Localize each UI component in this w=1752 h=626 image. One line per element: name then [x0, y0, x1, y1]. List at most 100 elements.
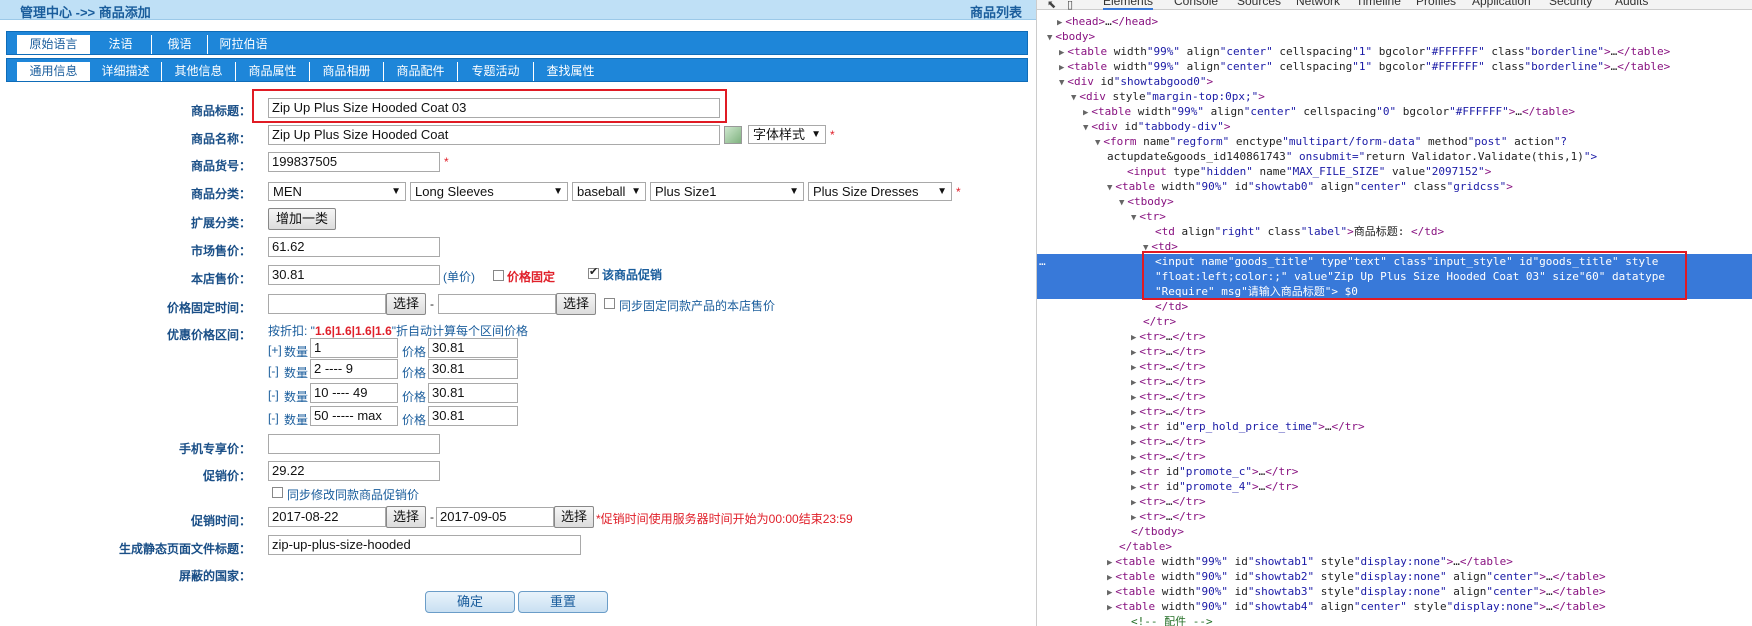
category-select-5[interactable]: Plus Size Dresses ▼: [808, 182, 952, 201]
expand-triangle-icon[interactable]: ▶: [1131, 483, 1136, 493]
dom-node[interactable]: ▼ <div id"showtabgood0">: [1037, 74, 1752, 89]
dom-node[interactable]: <td align"right" class"label">商品标题: </td…: [1037, 224, 1752, 239]
device-icon[interactable]: ▯: [1067, 0, 1073, 11]
remove-row-toggle[interactable]: [-]: [268, 388, 279, 402]
dom-node[interactable]: ▶ <table width"99%" align"center" cellspa…: [1037, 104, 1752, 119]
dom-node[interactable]: ▶ <tr>…</tr>: [1037, 404, 1752, 419]
category-select-3[interactable]: baseball ▼: [572, 182, 646, 201]
expand-triangle-icon[interactable]: ▶: [1131, 378, 1136, 388]
add-category-button[interactable]: 增加一类: [268, 208, 336, 230]
tab-audits[interactable]: Audits: [1615, 0, 1648, 8]
dom-node[interactable]: ▶ <table width"90%" id"showtab4" align"ce…: [1037, 599, 1752, 614]
dom-node[interactable]: ▼ <form name"regform" enctype"multipart/f…: [1037, 134, 1752, 149]
font-style-select[interactable]: 字体样式 ▼: [748, 125, 826, 144]
expand-triangle-icon[interactable]: ▶: [1083, 108, 1088, 118]
dom-node[interactable]: ▶ <tr id"erp_hold_price_time">…</tr>: [1037, 419, 1752, 434]
expand-triangle-icon[interactable]: ▶: [1131, 468, 1136, 478]
remove-row-toggle[interactable]: [-]: [268, 364, 279, 378]
collapse-triangle-icon[interactable]: ▼: [1047, 33, 1052, 43]
sync-promo-price-checkbox[interactable]: [272, 487, 283, 498]
expand-triangle-icon[interactable]: ▶: [1059, 48, 1064, 58]
tab-application[interactable]: Application: [1472, 0, 1531, 8]
expand-triangle-icon[interactable]: ▶: [1131, 438, 1136, 448]
tab-timeline[interactable]: Timeline: [1356, 0, 1401, 8]
dom-node[interactable]: ▶ <tr id"promote_c">…</tr>: [1037, 464, 1752, 479]
promo-end-input[interactable]: 2017-09-05: [436, 507, 554, 527]
remove-row-toggle[interactable]: [-]: [268, 411, 279, 425]
price-fixed-checkbox[interactable]: [493, 270, 504, 281]
expand-triangle-icon[interactable]: ▶: [1131, 363, 1136, 373]
tab-russian[interactable]: 俄语: [151, 35, 207, 54]
static-page-input[interactable]: zip-up-plus-size-hooded: [268, 535, 581, 555]
dom-node[interactable]: ▶ <tr>…</tr>: [1037, 509, 1752, 524]
expand-triangle-icon[interactable]: ▶: [1059, 63, 1064, 73]
inspect-icon[interactable]: ⬉: [1047, 0, 1056, 11]
dom-node[interactable]: </td>: [1037, 299, 1752, 314]
dom-node[interactable]: ▶ <tr>…</tr>: [1037, 329, 1752, 344]
reset-button[interactable]: 重置: [518, 591, 608, 613]
expand-triangle-icon[interactable]: ▶: [1131, 333, 1136, 343]
quantity-input[interactable]: 1: [310, 338, 398, 358]
tab-find-attributes[interactable]: 查找属性: [533, 62, 607, 81]
expand-triangle-icon[interactable]: ▶: [1131, 408, 1136, 418]
dom-node[interactable]: </tr>: [1037, 314, 1752, 329]
collapse-triangle-icon[interactable]: ▼: [1119, 198, 1124, 208]
dom-node[interactable]: ▼ <div style"margin-top:0px;">: [1037, 89, 1752, 104]
expand-triangle-icon[interactable]: ▶: [1057, 18, 1062, 28]
collapse-triangle-icon[interactable]: ▼: [1131, 213, 1136, 223]
tab-sources[interactable]: Sources: [1237, 0, 1281, 8]
promo-end-select-button[interactable]: 选择: [554, 506, 594, 528]
expand-triangle-icon[interactable]: ▶: [1131, 453, 1136, 463]
collapse-triangle-icon[interactable]: ▼: [1107, 183, 1112, 193]
dom-node[interactable]: ▼ <body>: [1037, 29, 1752, 44]
dom-node[interactable]: <input type"hidden" name"MAX_FILE_SIZE" …: [1037, 164, 1752, 179]
tab-profiles[interactable]: Profiles: [1416, 0, 1456, 8]
dom-node[interactable]: ▼ <div id"tabbody-div">: [1037, 119, 1752, 134]
expand-triangle-icon[interactable]: ▶: [1107, 573, 1112, 583]
goods-name-input[interactable]: Zip Up Plus Size Hooded Coat: [268, 125, 720, 145]
dom-node[interactable]: ▶ <table width"99%" id"showtab1" style"di…: [1037, 554, 1752, 569]
tab-accessories[interactable]: 商品配件: [383, 62, 457, 81]
expand-triangle-icon[interactable]: ▶: [1131, 498, 1136, 508]
dom-node[interactable]: ▶ <head>…</head>: [1037, 14, 1752, 29]
collapse-triangle-icon[interactable]: ▼: [1059, 78, 1064, 88]
price-input[interactable]: 30.81: [428, 359, 518, 379]
price-input[interactable]: 30.81: [428, 338, 518, 358]
price-input[interactable]: 30.81: [428, 406, 518, 426]
collapse-triangle-icon[interactable]: ▼: [1071, 93, 1076, 103]
category-select-1[interactable]: MEN ▼: [268, 182, 406, 201]
tab-console[interactable]: Console: [1174, 0, 1218, 8]
tab-gallery[interactable]: 商品相册: [309, 62, 383, 81]
promotion-checkbox[interactable]: [588, 265, 599, 279]
dom-node[interactable]: ▶ <tr>…</tr>: [1037, 449, 1752, 464]
promo-price-input[interactable]: 29.22: [268, 461, 440, 481]
tab-general-info[interactable]: 通用信息: [17, 62, 89, 81]
tab-topic[interactable]: 专题活动: [457, 62, 533, 81]
tab-description[interactable]: 详细描述: [89, 62, 161, 81]
image-icon[interactable]: [724, 126, 742, 144]
fixed-time-end-input[interactable]: [438, 294, 556, 314]
dom-node[interactable]: ▼ <tbody>: [1037, 194, 1752, 209]
promo-start-select-button[interactable]: 选择: [386, 506, 426, 528]
shop-price-input[interactable]: 30.81: [268, 265, 440, 285]
dom-node[interactable]: ▶ <table width"90%" id"showtab2" style"di…: [1037, 569, 1752, 584]
goods-list-link[interactable]: 商品列表: [970, 2, 1022, 21]
quantity-input[interactable]: 10 ---- 49: [310, 383, 398, 403]
dom-node[interactable]: ▶ <tr>…</tr>: [1037, 389, 1752, 404]
dom-node[interactable]: ▶ <tr>…</tr>: [1037, 494, 1752, 509]
goods-sn-input[interactable]: 199837505: [268, 152, 440, 172]
sync-fixed-price-checkbox[interactable]: [604, 298, 615, 309]
tab-other-info[interactable]: 其他信息: [161, 62, 235, 81]
tab-network[interactable]: Network: [1296, 0, 1340, 8]
expand-triangle-icon[interactable]: ▶: [1131, 423, 1136, 433]
expand-triangle-icon[interactable]: ▶: [1107, 588, 1112, 598]
tab-elements[interactable]: Elements: [1103, 0, 1154, 10]
collapse-triangle-icon[interactable]: ▼: [1095, 138, 1100, 148]
dom-node[interactable]: ▶ <tr>…</tr>: [1037, 359, 1752, 374]
tab-original-language[interactable]: 原始语言: [17, 35, 89, 54]
collapse-triangle-icon[interactable]: ▼: [1083, 123, 1088, 133]
ok-button[interactable]: 确定: [425, 591, 515, 613]
promo-start-input[interactable]: 2017-08-22: [268, 507, 386, 527]
dom-node[interactable]: ▼ <table width"90%" id"showtab0" align"ce…: [1037, 179, 1752, 194]
expand-triangle-icon[interactable]: ▶: [1107, 558, 1112, 568]
